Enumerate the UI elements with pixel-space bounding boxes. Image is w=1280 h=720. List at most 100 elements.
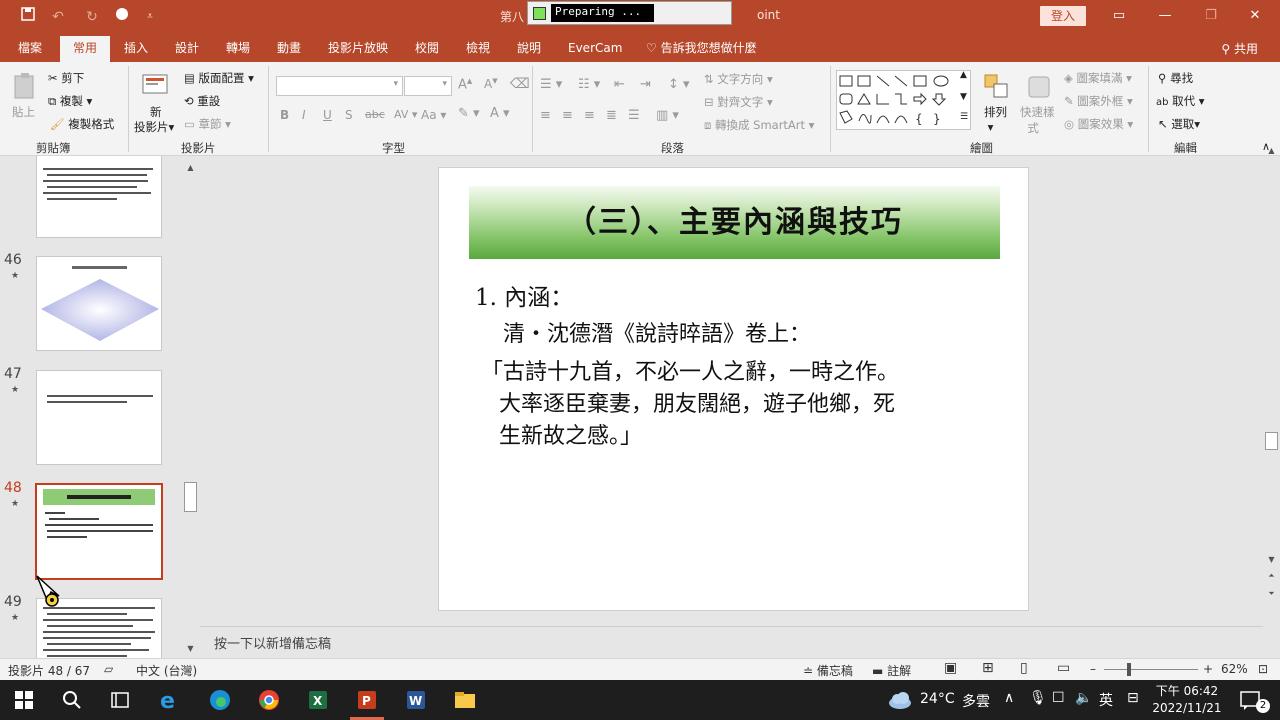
reading-view-icon[interactable]: ▯: [1020, 660, 1028, 676]
tab-insert[interactable]: 插入: [120, 40, 152, 62]
strikethrough-icon[interactable]: abc: [365, 108, 385, 121]
align-text-button[interactable]: ⊟ 對齊文字 ▾: [704, 94, 773, 110]
next-slide-icon[interactable]: ⏷: [1265, 588, 1278, 600]
microphone-icon[interactable]: 🎙: [1029, 690, 1047, 706]
align-left-icon[interactable]: ≡: [540, 108, 551, 123]
shapes-gallery[interactable]: {}: [836, 70, 971, 130]
shapes-scroll-down-icon[interactable]: ▼: [960, 92, 967, 102]
find-button[interactable]: ⚲ 尋找: [1158, 70, 1193, 86]
bullets-icon[interactable]: ☰ ▾: [540, 77, 562, 92]
columns-icon[interactable]: ▥ ▾: [656, 108, 679, 123]
zoom-out-icon[interactable]: –: [1090, 662, 1096, 676]
tab-file[interactable]: 檔案: [14, 40, 46, 62]
slide-thumbnail-46[interactable]: [36, 256, 162, 351]
scrollbar-thumb[interactable]: [184, 482, 197, 512]
shapes-scroll-up-icon[interactable]: ▲: [960, 70, 967, 80]
numbering-icon[interactable]: ☷ ▾: [578, 77, 600, 92]
zoom-level[interactable]: 62%: [1221, 662, 1248, 676]
scrollbar-thumb[interactable]: [1265, 432, 1278, 450]
select-button[interactable]: ↖ 選取▾: [1158, 116, 1200, 132]
slide-thumbnail-47[interactable]: [36, 370, 162, 465]
quick-styles-button[interactable]: 快速樣 式: [1020, 104, 1055, 136]
italic-icon[interactable]: I: [302, 108, 306, 122]
notes-pane[interactable]: 按一下以新增備忘稿: [200, 626, 1263, 658]
scroll-down-icon[interactable]: ▼: [1265, 554, 1278, 566]
section-button[interactable]: ▭ 章節 ▾: [184, 116, 231, 132]
tab-slideshow[interactable]: 投影片放映: [324, 40, 392, 62]
notes-placeholder[interactable]: 按一下以新增備忘稿: [214, 633, 331, 652]
new-slide-label-1[interactable]: 新: [150, 104, 162, 120]
scroll-up-icon[interactable]: ▲: [184, 162, 197, 174]
redo-icon[interactable]: ↻: [82, 7, 102, 27]
slide-thumbnail-48-selected[interactable]: [35, 483, 163, 580]
justify-icon[interactable]: ≣: [606, 108, 617, 123]
windows-start-icon[interactable]: [12, 688, 36, 712]
reset-button[interactable]: ⟲ 重設: [184, 93, 220, 109]
grow-font-icon[interactable]: A▲: [458, 77, 472, 92]
slide-text-line-5[interactable]: 生新故之感。」: [499, 418, 642, 450]
task-view-icon[interactable]: [108, 688, 132, 712]
paste-button[interactable]: 貼上: [12, 104, 35, 120]
tab-transitions[interactable]: 轉場: [222, 40, 254, 62]
notes-toggle-button[interactable]: ≐ 備忘稿: [803, 662, 853, 679]
tab-help[interactable]: 說明: [513, 40, 545, 62]
increase-indent-icon[interactable]: ⇥: [640, 77, 651, 92]
minimize-icon[interactable]: —: [1150, 6, 1180, 26]
thumbnail-scrollbar[interactable]: ▲ ▼: [182, 156, 199, 658]
replace-button[interactable]: ab 取代 ▾: [1156, 93, 1205, 109]
close-icon[interactable]: ✕: [1240, 6, 1270, 26]
ime-mode-icon[interactable]: ⊟: [1127, 690, 1139, 706]
zoom-slider[interactable]: [1104, 669, 1198, 670]
search-icon[interactable]: [60, 688, 84, 712]
tab-view[interactable]: 檢視: [462, 40, 494, 62]
current-slide[interactable]: （三）、主要內涵與技巧 1. 內涵： 清・沈德潛《說詩晬語》卷上： 「古詩十九首…: [438, 167, 1029, 611]
powerpoint-icon[interactable]: P: [355, 688, 379, 712]
char-spacing-icon[interactable]: AV ▾: [394, 108, 417, 121]
shape-outline-button[interactable]: ✎ 圖案外框 ▾: [1064, 93, 1133, 109]
tab-design[interactable]: 設計: [171, 40, 203, 62]
slide-title[interactable]: （三）、主要內涵與技巧: [469, 186, 1000, 259]
tab-home[interactable]: 常用: [60, 36, 110, 62]
internet-explorer-icon[interactable]: e: [158, 688, 182, 712]
share-button[interactable]: ⚲ 共用: [1221, 40, 1258, 57]
slide-thumbnail-45[interactable]: [36, 156, 162, 238]
word-icon[interactable]: W: [404, 688, 428, 712]
scroll-up-icon[interactable]: ▲: [1265, 145, 1278, 157]
smartart-button[interactable]: ⧈ 轉換成 SmartArt ▾: [704, 117, 814, 133]
comments-button[interactable]: ▬ 註解: [872, 662, 911, 679]
volume-icon[interactable]: 🔈: [1075, 690, 1092, 706]
previous-slide-icon[interactable]: ⏶: [1265, 570, 1278, 582]
distributed-icon[interactable]: ☰: [628, 108, 640, 123]
slide-text-line-3[interactable]: 「古詩十九首，不必一人之辭，一時之作。: [481, 354, 899, 386]
chrome-icon[interactable]: [257, 688, 281, 712]
shape-effects-button[interactable]: ◎ 圖案效果 ▾: [1064, 116, 1133, 132]
text-direction-button[interactable]: ⇅ 文字方向 ▾: [704, 71, 773, 87]
copy-button[interactable]: ⧉ 複製 ▾: [48, 93, 92, 109]
customize-qat-icon[interactable]: ⩡: [140, 7, 160, 27]
tab-evercam[interactable]: EverCam: [564, 40, 626, 62]
clear-formatting-icon[interactable]: ⌫: [510, 76, 530, 92]
ribbon-display-icon[interactable]: ▭: [1104, 6, 1134, 26]
spelling-check-icon[interactable]: ▱: [104, 662, 113, 676]
arrange-button[interactable]: 排列 ▾: [984, 104, 1007, 134]
layout-button[interactable]: ▤ 版面配置 ▾: [184, 70, 254, 86]
shape-fill-button[interactable]: ◈ 圖案填滿 ▾: [1064, 70, 1132, 86]
normal-view-icon[interactable]: ▣: [944, 660, 957, 676]
font-name-combo[interactable]: ▾: [276, 76, 403, 96]
decrease-indent-icon[interactable]: ⇤: [614, 77, 625, 92]
weather-temperature[interactable]: 24°C: [920, 691, 955, 707]
scroll-down-icon[interactable]: ▼: [184, 643, 197, 655]
underline-icon[interactable]: U: [323, 108, 332, 122]
shadow-icon[interactable]: S: [345, 108, 353, 122]
slide-text-line-1[interactable]: 1. 內涵：: [475, 278, 573, 312]
slideshow-view-icon[interactable]: ▭: [1057, 660, 1070, 676]
show-hidden-icons-icon[interactable]: ∧: [1004, 690, 1014, 706]
new-slide-icon[interactable]: [140, 70, 170, 100]
change-case-icon[interactable]: Aa ▾: [421, 108, 446, 122]
font-size-combo[interactable]: ▾: [404, 76, 452, 96]
line-spacing-icon[interactable]: ↕ ▾: [668, 77, 690, 92]
restore-icon[interactable]: ❐: [1196, 6, 1226, 26]
highlight-icon[interactable]: ✎ ▾: [458, 106, 480, 121]
new-slide-button[interactable]: 投影片▾: [134, 119, 174, 135]
tell-me-search[interactable]: ♡ 告訴我您想做什麼: [642, 40, 761, 62]
